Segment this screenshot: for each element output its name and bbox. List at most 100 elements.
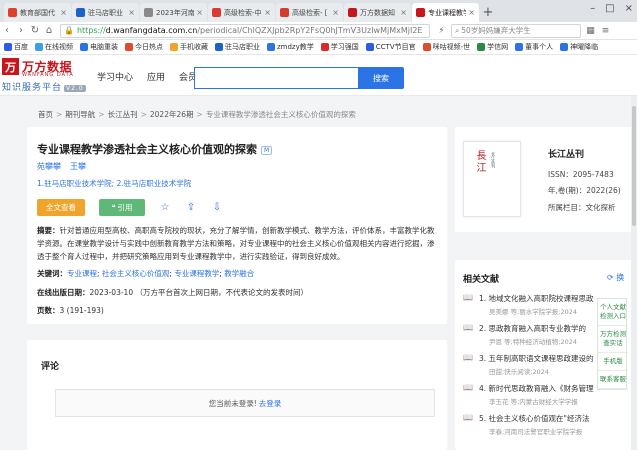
journal-cover[interactable]: 長江 长江丛刊 <box>463 141 521 217</box>
not-logged-in-text: 您当前未登录! <box>208 398 257 408</box>
reload-icon[interactable]: ↻ <box>28 25 42 36</box>
window-controls: – □ × <box>590 3 633 14</box>
lightning-icon[interactable]: ⚡ <box>436 25 447 36</box>
bookmark[interactable]: 电脑重装 <box>80 42 118 52</box>
breadcrumb-home[interactable]: 首页 <box>38 110 53 119</box>
browser-tab[interactable]: 2023年河南 × <box>140 3 207 22</box>
new-tab-button[interactable]: + <box>480 3 496 22</box>
close-icon[interactable]: × <box>128 8 135 17</box>
contact-service-link[interactable]: 联系客服 <box>598 371 628 389</box>
menu-icon[interactable]: ≡ <box>600 25 611 36</box>
browser-tab[interactable]: 高级检索- [× <box>276 3 343 22</box>
minimize-icon[interactable]: – <box>590 3 595 14</box>
related-docs-title: 相关文献 <box>463 275 500 285</box>
m-badge: M <box>261 145 273 155</box>
personal-check-entry[interactable]: 个人文献检测入口 <box>598 299 628 326</box>
browser-tab-strip: 教育部国代 × 驻马店职业 × 2023年河南 × 高级检索-中 × 高级检索- [× … <box>0 0 637 22</box>
publish-date-label: 在线出版日期： <box>37 288 90 297</box>
star-icon[interactable]: ☆ <box>159 202 171 214</box>
related-meta: 吴美娜 等;丽水学院学报;2024 <box>489 308 577 316</box>
bookmark[interactable]: 在线视频 <box>35 42 73 52</box>
cite-button[interactable]: ❝ 引用 <box>99 199 145 216</box>
keyword-link[interactable]: 专业课程教学 <box>174 269 219 278</box>
browser-tab-active[interactable]: 专业课程教学 × <box>412 3 479 22</box>
scrollbar-thumb[interactable] <box>632 106 636 226</box>
author-list: 苑攀攀 王攀 <box>37 161 86 172</box>
login-link[interactable]: 去登录 <box>259 398 282 409</box>
bookmark-icon <box>560 43 569 51</box>
tab-title: 高级检索-中 <box>224 8 262 17</box>
bookmark[interactable]: 学信网 <box>477 42 508 52</box>
journal-name[interactable]: 长江丛刊 <box>548 147 584 160</box>
bookmark[interactable]: 今日热点 <box>125 42 163 52</box>
bookmark-label: 手机收藏 <box>180 43 208 51</box>
back-icon[interactable]: ‹ <box>0 25 14 36</box>
close-window-icon[interactable]: × <box>625 3 633 14</box>
forward-icon[interactable]: › <box>14 25 28 36</box>
bookmark-icon <box>477 43 486 51</box>
quote-icon: ❝ <box>111 203 116 212</box>
bookmark[interactable]: 咪咕视频-世 <box>422 42 470 52</box>
maximize-icon[interactable]: □ <box>605 3 614 14</box>
nav-learning-center[interactable]: 学习中心 <box>97 70 133 83</box>
tab-favicon-icon <box>76 8 85 17</box>
breadcrumb-current: 专业课程教学渗透社会主义核心价值观的探索 <box>205 110 356 119</box>
related-title: 五年制高职语文课程思政建设的 <box>488 354 594 363</box>
browser-tab[interactable]: 万方数据知 × <box>344 3 411 22</box>
close-icon[interactable]: × <box>400 8 407 17</box>
bookmark-label: zmdzy教学 <box>277 43 314 51</box>
browser-tab[interactable]: 教育部国代 × <box>4 3 71 22</box>
bookmark[interactable]: 百度 <box>4 42 28 52</box>
tab-favicon-icon <box>280 8 289 17</box>
author-link[interactable]: 苑攀攀 <box>37 161 61 172</box>
keyword-link[interactable]: 社会主义核心价值观 <box>102 269 170 278</box>
bookmark[interactable]: zmdzy教学 <box>267 42 314 52</box>
bookmark-label: 百度 <box>14 43 28 51</box>
tab-favicon-icon <box>212 8 221 17</box>
nav-apps[interactable]: 应用 <box>147 70 165 83</box>
bookmark[interactable]: 神曜降临 <box>560 42 598 52</box>
search-button[interactable]: 搜索 <box>358 67 404 89</box>
page-count-value: 3 (191-193) <box>59 306 104 315</box>
breadcrumb-journal[interactable]: 长江丛刊 <box>108 110 138 119</box>
browser-tab[interactable]: 驻马店职业 × <box>72 3 139 22</box>
close-icon[interactable]: × <box>60 8 67 17</box>
author-link[interactable]: 王攀 <box>70 161 86 172</box>
comments-login-notice: 您当前未登录! 去登录 <box>55 389 435 417</box>
page-scrollbar[interactable] <box>631 96 637 450</box>
bookmark[interactable]: 董事个人 <box>515 42 553 52</box>
bookmark-label: 学信网 <box>487 43 509 51</box>
browser-search-input[interactable]: ⌕ 50岁妈妈嫌弃大学生 <box>451 23 581 38</box>
browser-tab[interactable]: 高级检索-中 × <box>208 3 275 22</box>
related-meta: 田甜;快乐阅读;2024 <box>489 368 549 376</box>
close-icon[interactable]: × <box>332 8 339 17</box>
url-scheme: https:// <box>76 26 106 35</box>
close-icon[interactable]: × <box>264 8 271 17</box>
breadcrumb-journal-nav[interactable]: 期刊导航 <box>65 110 95 119</box>
grid-icon[interactable]: ▦ <box>585 25 596 36</box>
tab-favicon-icon <box>8 8 17 17</box>
refresh-label: 换 <box>616 273 625 282</box>
affiliation[interactable]: 1.驻马店职业技术学院; 2.驻马店职业技术学院 <box>37 178 191 189</box>
url-field[interactable]: 🔒 https://d.wanfangdata.com.cn/periodica… <box>60 23 430 38</box>
tab-title: 万方数据知 <box>360 8 395 17</box>
view-fulltext-button[interactable]: 全文查看 <box>37 199 85 216</box>
bookmark[interactable]: CCTV节目官 <box>365 42 416 52</box>
share-icon[interactable]: ⇪ <box>185 202 197 214</box>
breadcrumb-issue[interactable]: 2022年26期 <box>150 110 194 119</box>
mobile-version-link[interactable]: 手机版 <box>598 353 628 371</box>
keyword-link[interactable]: 专业课程 <box>67 269 97 278</box>
keyword-link[interactable]: 教学融合 <box>224 269 254 278</box>
home-icon[interactable]: ⌂ <box>42 25 56 36</box>
wanfang-check-link[interactable]: 万方检测查实话 <box>598 326 628 353</box>
refresh-button[interactable]: ⟳ 换 <box>607 272 624 283</box>
site-search-input[interactable] <box>194 67 358 89</box>
download-icon[interactable]: ⇩ <box>211 202 223 214</box>
close-icon[interactable]: × <box>468 8 475 17</box>
close-icon[interactable]: × <box>196 8 203 17</box>
bookmark[interactable]: 驻马店职业 <box>215 42 260 52</box>
bookmark[interactable]: 手机收藏 <box>170 42 208 52</box>
refresh-icon: ⟳ <box>607 273 614 282</box>
tab-title: 专业课程教学 <box>428 8 467 17</box>
bookmark[interactable]: 学习强国 <box>320 42 359 52</box>
